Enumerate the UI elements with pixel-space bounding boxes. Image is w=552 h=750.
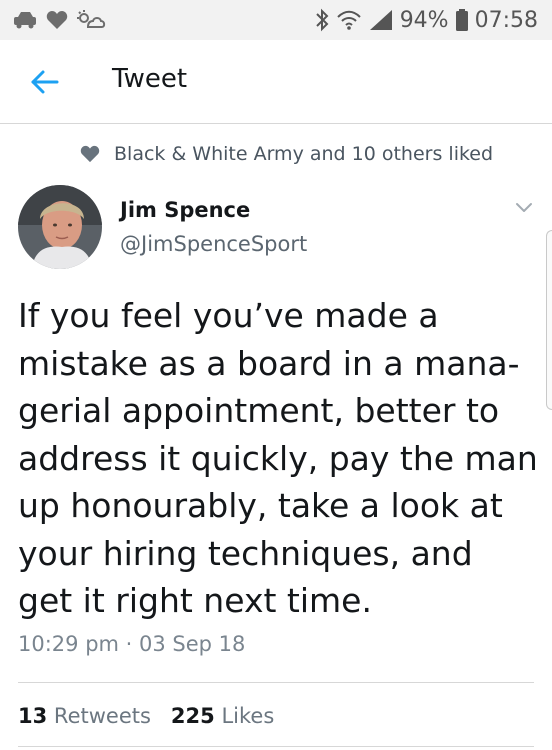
tweet-line: mistake as a board in a mana- xyxy=(18,343,520,383)
more-options-button[interactable] xyxy=(510,196,538,220)
avatar-photo xyxy=(18,185,102,269)
signal-icon xyxy=(369,10,392,30)
heart-icon xyxy=(46,11,68,29)
heart-icon xyxy=(80,145,100,163)
author-handle[interactable]: @JimSpenceSport xyxy=(120,232,307,256)
tweet-line: get it right next time. xyxy=(18,581,372,620)
tweet-line: your hiring techniques, and xyxy=(18,533,473,573)
status-bar-system: 94% 07:58 xyxy=(314,6,538,34)
likes-stat[interactable]: 225 Likes xyxy=(171,704,274,728)
retweets-stat[interactable]: 13 Retweets xyxy=(18,704,151,728)
avatar[interactable] xyxy=(18,185,102,269)
wifi-icon xyxy=(336,10,361,30)
divider xyxy=(18,682,534,683)
arrow-left-icon xyxy=(31,70,59,94)
weather-icon xyxy=(77,10,106,28)
tweet-text: If you feel you’ve made a mistake as a b… xyxy=(18,292,538,625)
back-button[interactable] xyxy=(22,60,66,104)
tweet-line: up honourably, take a look at xyxy=(18,486,503,525)
chevron-down-icon xyxy=(516,203,532,212)
liked-by-text: Black & White Army and 10 others liked xyxy=(114,143,494,165)
status-bar-notifications xyxy=(12,8,106,32)
scrollbar[interactable] xyxy=(546,230,552,410)
retweets-label: Retweets xyxy=(53,704,151,728)
app-bar: Tweet xyxy=(0,40,552,124)
liked-by-context[interactable]: Black & White Army and 10 others liked xyxy=(80,138,493,170)
divider xyxy=(18,746,534,747)
page-title: Tweet xyxy=(112,64,188,94)
status-bar: 94% 07:58 xyxy=(0,0,552,40)
retweets-count: 13 xyxy=(18,704,48,728)
tweet-line: address it quickly, pay the man xyxy=(18,438,538,478)
tweet-line: gerial appointment, better to xyxy=(18,391,500,430)
tweet-timestamp: 10:29 pm · 03 Sep 18 xyxy=(18,632,246,656)
car-icon xyxy=(14,12,36,29)
clock: 07:58 xyxy=(474,7,538,33)
tweet-stats: 13 Retweets 225 Likes xyxy=(18,704,274,728)
likes-label: Likes xyxy=(221,704,275,728)
battery-icon xyxy=(455,9,468,31)
author-name[interactable]: Jim Spence xyxy=(120,198,250,222)
bluetooth-icon xyxy=(315,8,329,32)
tweet-line: If you feel you’ve made a xyxy=(18,296,439,335)
battery-percent: 94% xyxy=(399,7,449,33)
likes-count: 225 xyxy=(170,704,215,728)
